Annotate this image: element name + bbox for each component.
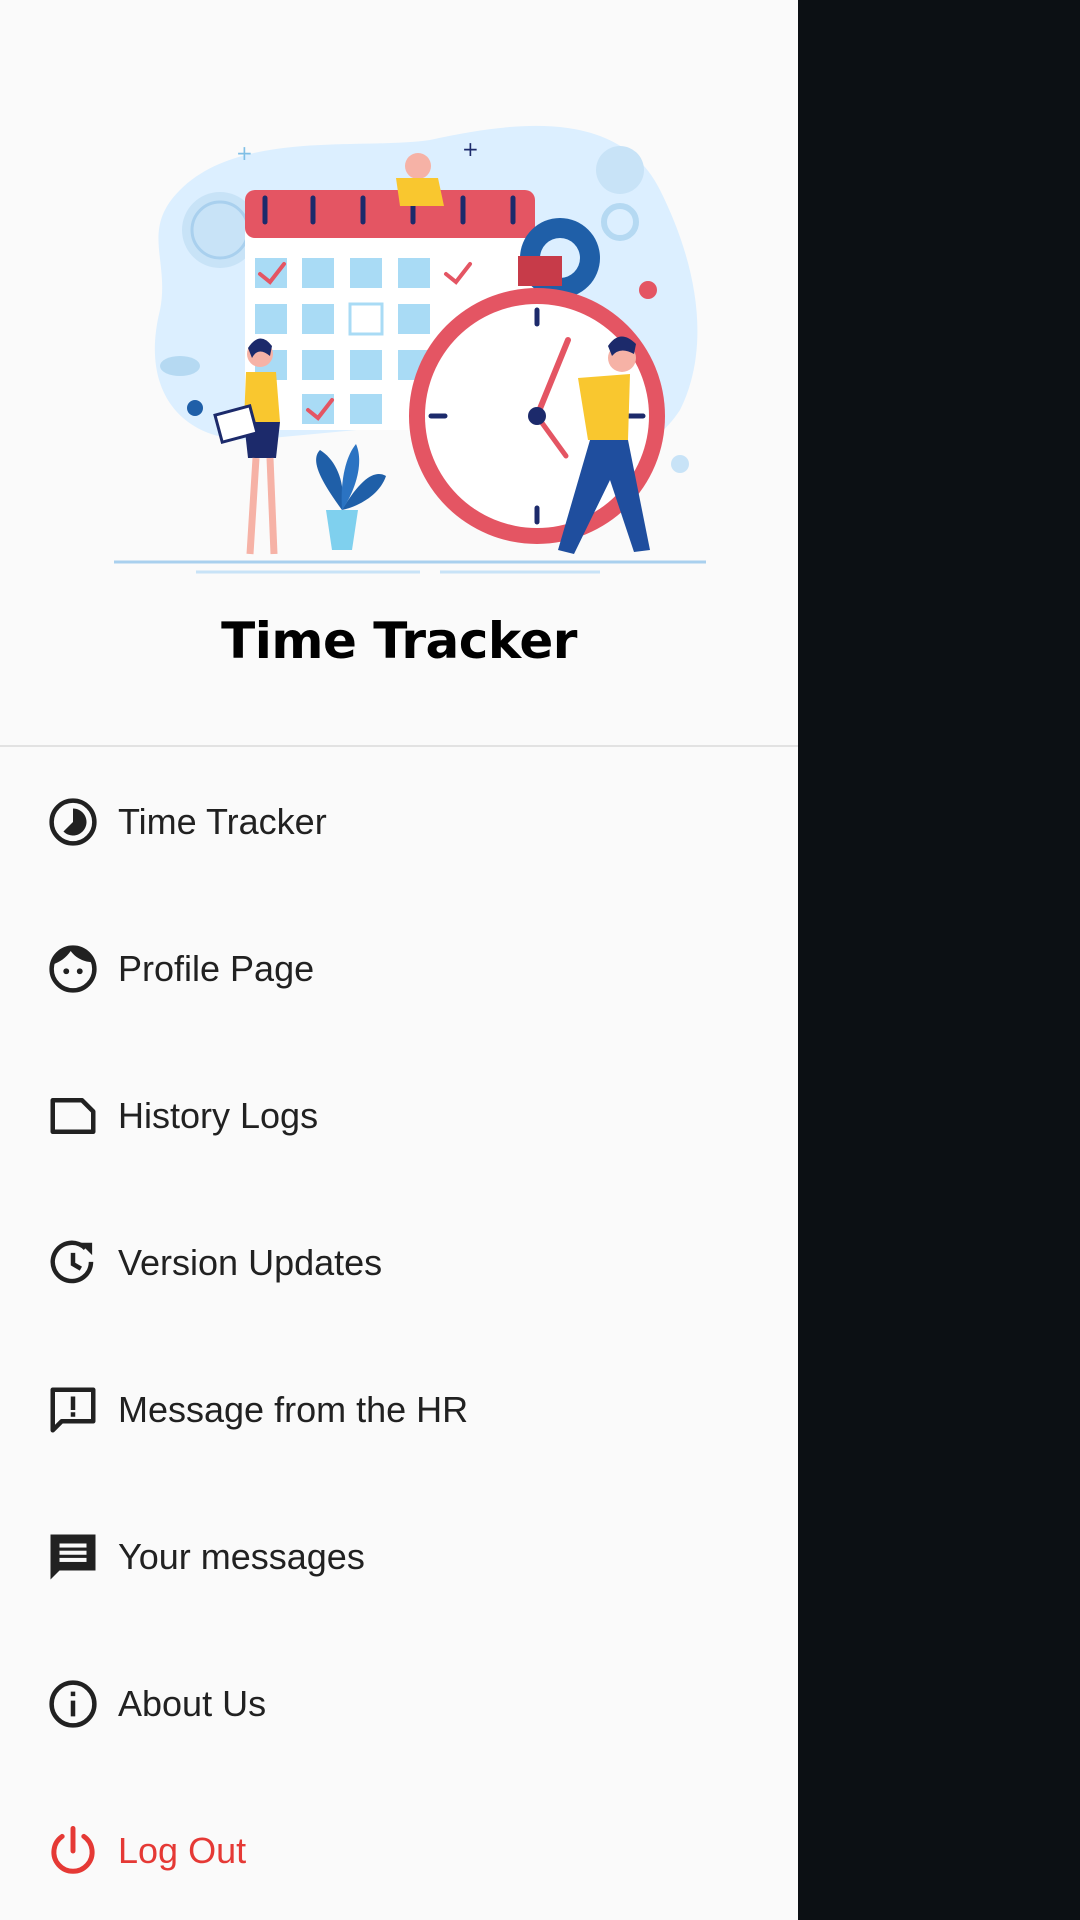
menu-item-hr-message[interactable]: Message from the HR [0, 1336, 798, 1483]
menu-item-label: Profile Page [118, 947, 315, 989]
menu-item-time-tracker[interactable]: Time Tracker [0, 748, 798, 895]
menu-item-label: About Us [118, 1682, 267, 1724]
svg-text:+: + [236, 141, 253, 165]
drawer-header: + + Time Tracker [0, 0, 798, 745]
menu-item-profile-page[interactable]: Profile Page [0, 895, 798, 1042]
menu-item-version-updates[interactable]: Version Updates [0, 1189, 798, 1336]
update-icon [46, 1236, 100, 1290]
info-icon [46, 1677, 100, 1731]
menu-item-log-out[interactable]: Log Out [0, 1777, 798, 1920]
message-icon [46, 1530, 100, 1584]
menu-item-label: Log Out [118, 1829, 247, 1871]
menu-item-label: History Logs [118, 1094, 319, 1136]
label-outline-icon [46, 1089, 100, 1143]
app-title: Time Tracker [221, 612, 577, 670]
menu-item-your-messages[interactable]: Your messages [0, 1483, 798, 1630]
menu-item-label: Your messages [118, 1535, 365, 1577]
svg-text:+: + [462, 137, 479, 161]
face-icon [46, 942, 100, 996]
navigation-drawer: + + Time Tracker Time Tracker Profile Pa… [0, 0, 798, 1920]
menu-item-label: Message from the HR [118, 1388, 469, 1430]
menu-item-about-us[interactable]: About Us [0, 1630, 798, 1777]
power-icon [46, 1824, 100, 1878]
header-divider [0, 745, 798, 747]
timelapse-icon [46, 795, 100, 849]
menu-item-label: Time Tracker [118, 800, 327, 842]
drawer-scrim[interactable] [798, 0, 1080, 1920]
menu-item-label: Version Updates [118, 1241, 383, 1283]
drawer-menu: Time Tracker Profile Page History Logs V… [0, 748, 798, 1920]
time-tracking-illustration: + + [100, 110, 720, 590]
menu-item-history-logs[interactable]: History Logs [0, 1042, 798, 1189]
feedback-icon [46, 1383, 100, 1437]
